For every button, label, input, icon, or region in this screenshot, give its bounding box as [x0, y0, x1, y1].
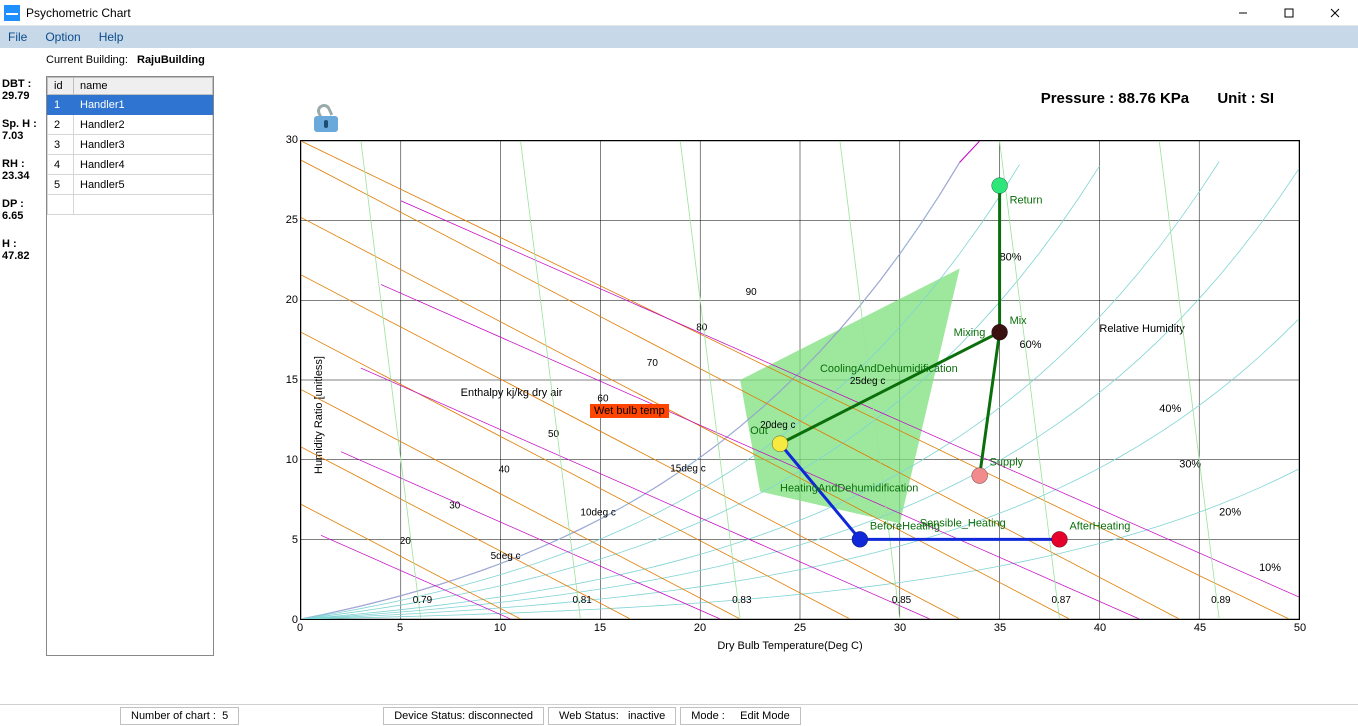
- current-building: Current Building: RajuBuilding: [46, 54, 205, 66]
- unit-readout: Unit : SI: [1217, 90, 1274, 107]
- dbt-label: DBT :: [2, 78, 44, 90]
- table-row[interactable]: [48, 195, 213, 215]
- svg-text:60%: 60%: [1020, 339, 1042, 351]
- side-readouts: DBT :29.79 Sp. H :7.03 RH :23.34 DP :6.6…: [2, 78, 44, 278]
- svg-text:AfterHeating: AfterHeating: [1069, 520, 1130, 532]
- svg-text:20: 20: [400, 536, 412, 547]
- title-bar: Psychometric Chart: [0, 0, 1358, 26]
- svg-text:Relative Humidity: Relative Humidity: [1099, 323, 1185, 335]
- table-row[interactable]: 5Handler5: [48, 175, 213, 195]
- svg-text:60: 60: [597, 394, 609, 405]
- rh-value: 23.34: [2, 170, 44, 182]
- svg-text:0.83: 0.83: [732, 595, 752, 606]
- svg-text:10deg c: 10deg c: [580, 507, 615, 518]
- svg-text:Return: Return: [1010, 195, 1043, 207]
- minimize-button[interactable]: [1220, 0, 1266, 26]
- wetbulb-highlight: Wet bulb temp: [590, 404, 669, 418]
- svg-text:0.79: 0.79: [413, 595, 433, 606]
- svg-text:Mix: Mix: [1010, 315, 1028, 327]
- dp-value: 6.65: [2, 210, 44, 222]
- sph-value: 7.03: [2, 130, 44, 142]
- svg-text:90: 90: [746, 287, 758, 298]
- dbt-value: 29.79: [2, 90, 44, 102]
- pressure-readout: Pressure : 88.76 KPa: [1041, 90, 1189, 107]
- menu-help[interactable]: Help: [99, 30, 124, 44]
- y-ticks: 051015202530: [278, 140, 298, 620]
- svg-text:10%: 10%: [1259, 562, 1281, 574]
- svg-text:0.85: 0.85: [892, 595, 912, 606]
- handler-list-panel: id name 1Handler1 2Handler2 3Handler3 4H…: [46, 76, 214, 656]
- svg-text:40: 40: [499, 465, 511, 476]
- svg-text:70: 70: [647, 358, 659, 369]
- x-axis-label: Dry Bulb Temperature(Deg C): [260, 640, 1320, 652]
- app-icon: [4, 5, 20, 21]
- handler-table[interactable]: id name 1Handler1 2Handler2 3Handler3 4H…: [47, 77, 213, 215]
- dp-label: DP :: [2, 198, 44, 210]
- svg-text:15deg c: 15deg c: [670, 464, 705, 475]
- building-label: Current Building:: [46, 54, 128, 66]
- table-row[interactable]: 3Handler3: [48, 135, 213, 155]
- chart-header: Pressure : 88.76 KPa Unit : SI: [1041, 90, 1298, 107]
- window-title: Psychometric Chart: [26, 6, 131, 20]
- maximize-button[interactable]: [1266, 0, 1312, 26]
- svg-text:HeatingAndDehumidification: HeatingAndDehumidification: [780, 483, 918, 495]
- svg-text:40%: 40%: [1159, 403, 1181, 415]
- status-bar: Number of chart : 5 Device Status: disco…: [0, 704, 1358, 726]
- menu-file[interactable]: File: [8, 30, 27, 44]
- svg-text:Supply: Supply: [990, 457, 1024, 469]
- status-device: Device Status: disconnected: [383, 707, 544, 725]
- sph-label: Sp. H :: [2, 118, 44, 130]
- status-mode: Mode : Edit Mode: [680, 707, 800, 725]
- svg-text:20%: 20%: [1219, 506, 1241, 518]
- svg-text:5deg c: 5deg c: [491, 551, 521, 562]
- svg-text:0.81: 0.81: [572, 595, 592, 606]
- svg-text:30%: 30%: [1179, 459, 1201, 471]
- status-chart-count: Number of chart : 5: [120, 707, 239, 725]
- building-name: RajuBuilding: [137, 54, 205, 66]
- menu-option[interactable]: Option: [45, 30, 80, 44]
- col-id[interactable]: id: [48, 78, 74, 95]
- h-value: 47.82: [2, 250, 44, 262]
- close-button[interactable]: [1312, 0, 1358, 26]
- svg-text:0.89: 0.89: [1211, 595, 1231, 606]
- table-row[interactable]: 4Handler4: [48, 155, 213, 175]
- svg-text:0.87: 0.87: [1051, 595, 1071, 606]
- status-web: Web Status: inactive: [548, 707, 676, 725]
- psychrometric-chart[interactable]: Humidity Ratio [unitless] 051015202530 1…: [260, 130, 1320, 700]
- svg-text:Enthalpy kj/kg dry air: Enthalpy kj/kg dry air: [461, 387, 563, 399]
- svg-text:BeforeHeating: BeforeHeating: [870, 520, 940, 532]
- table-row[interactable]: 2Handler2: [48, 115, 213, 135]
- svg-text:Out: Out: [750, 425, 768, 437]
- svg-text:Mixing: Mixing: [954, 327, 986, 339]
- x-ticks: 05101520253035404550: [300, 622, 1300, 636]
- menu-bar: File Option Help: [0, 26, 1358, 48]
- lock-icon[interactable]: [314, 104, 338, 132]
- svg-text:80%: 80%: [1000, 252, 1022, 264]
- svg-text:25deg c: 25deg c: [850, 376, 885, 387]
- col-name[interactable]: name: [74, 78, 213, 95]
- rh-label: RH :: [2, 158, 44, 170]
- svg-text:CoolingAndDehumidification: CoolingAndDehumidification: [820, 363, 958, 375]
- table-row[interactable]: 1Handler1: [48, 95, 213, 115]
- h-label: H :: [2, 238, 44, 250]
